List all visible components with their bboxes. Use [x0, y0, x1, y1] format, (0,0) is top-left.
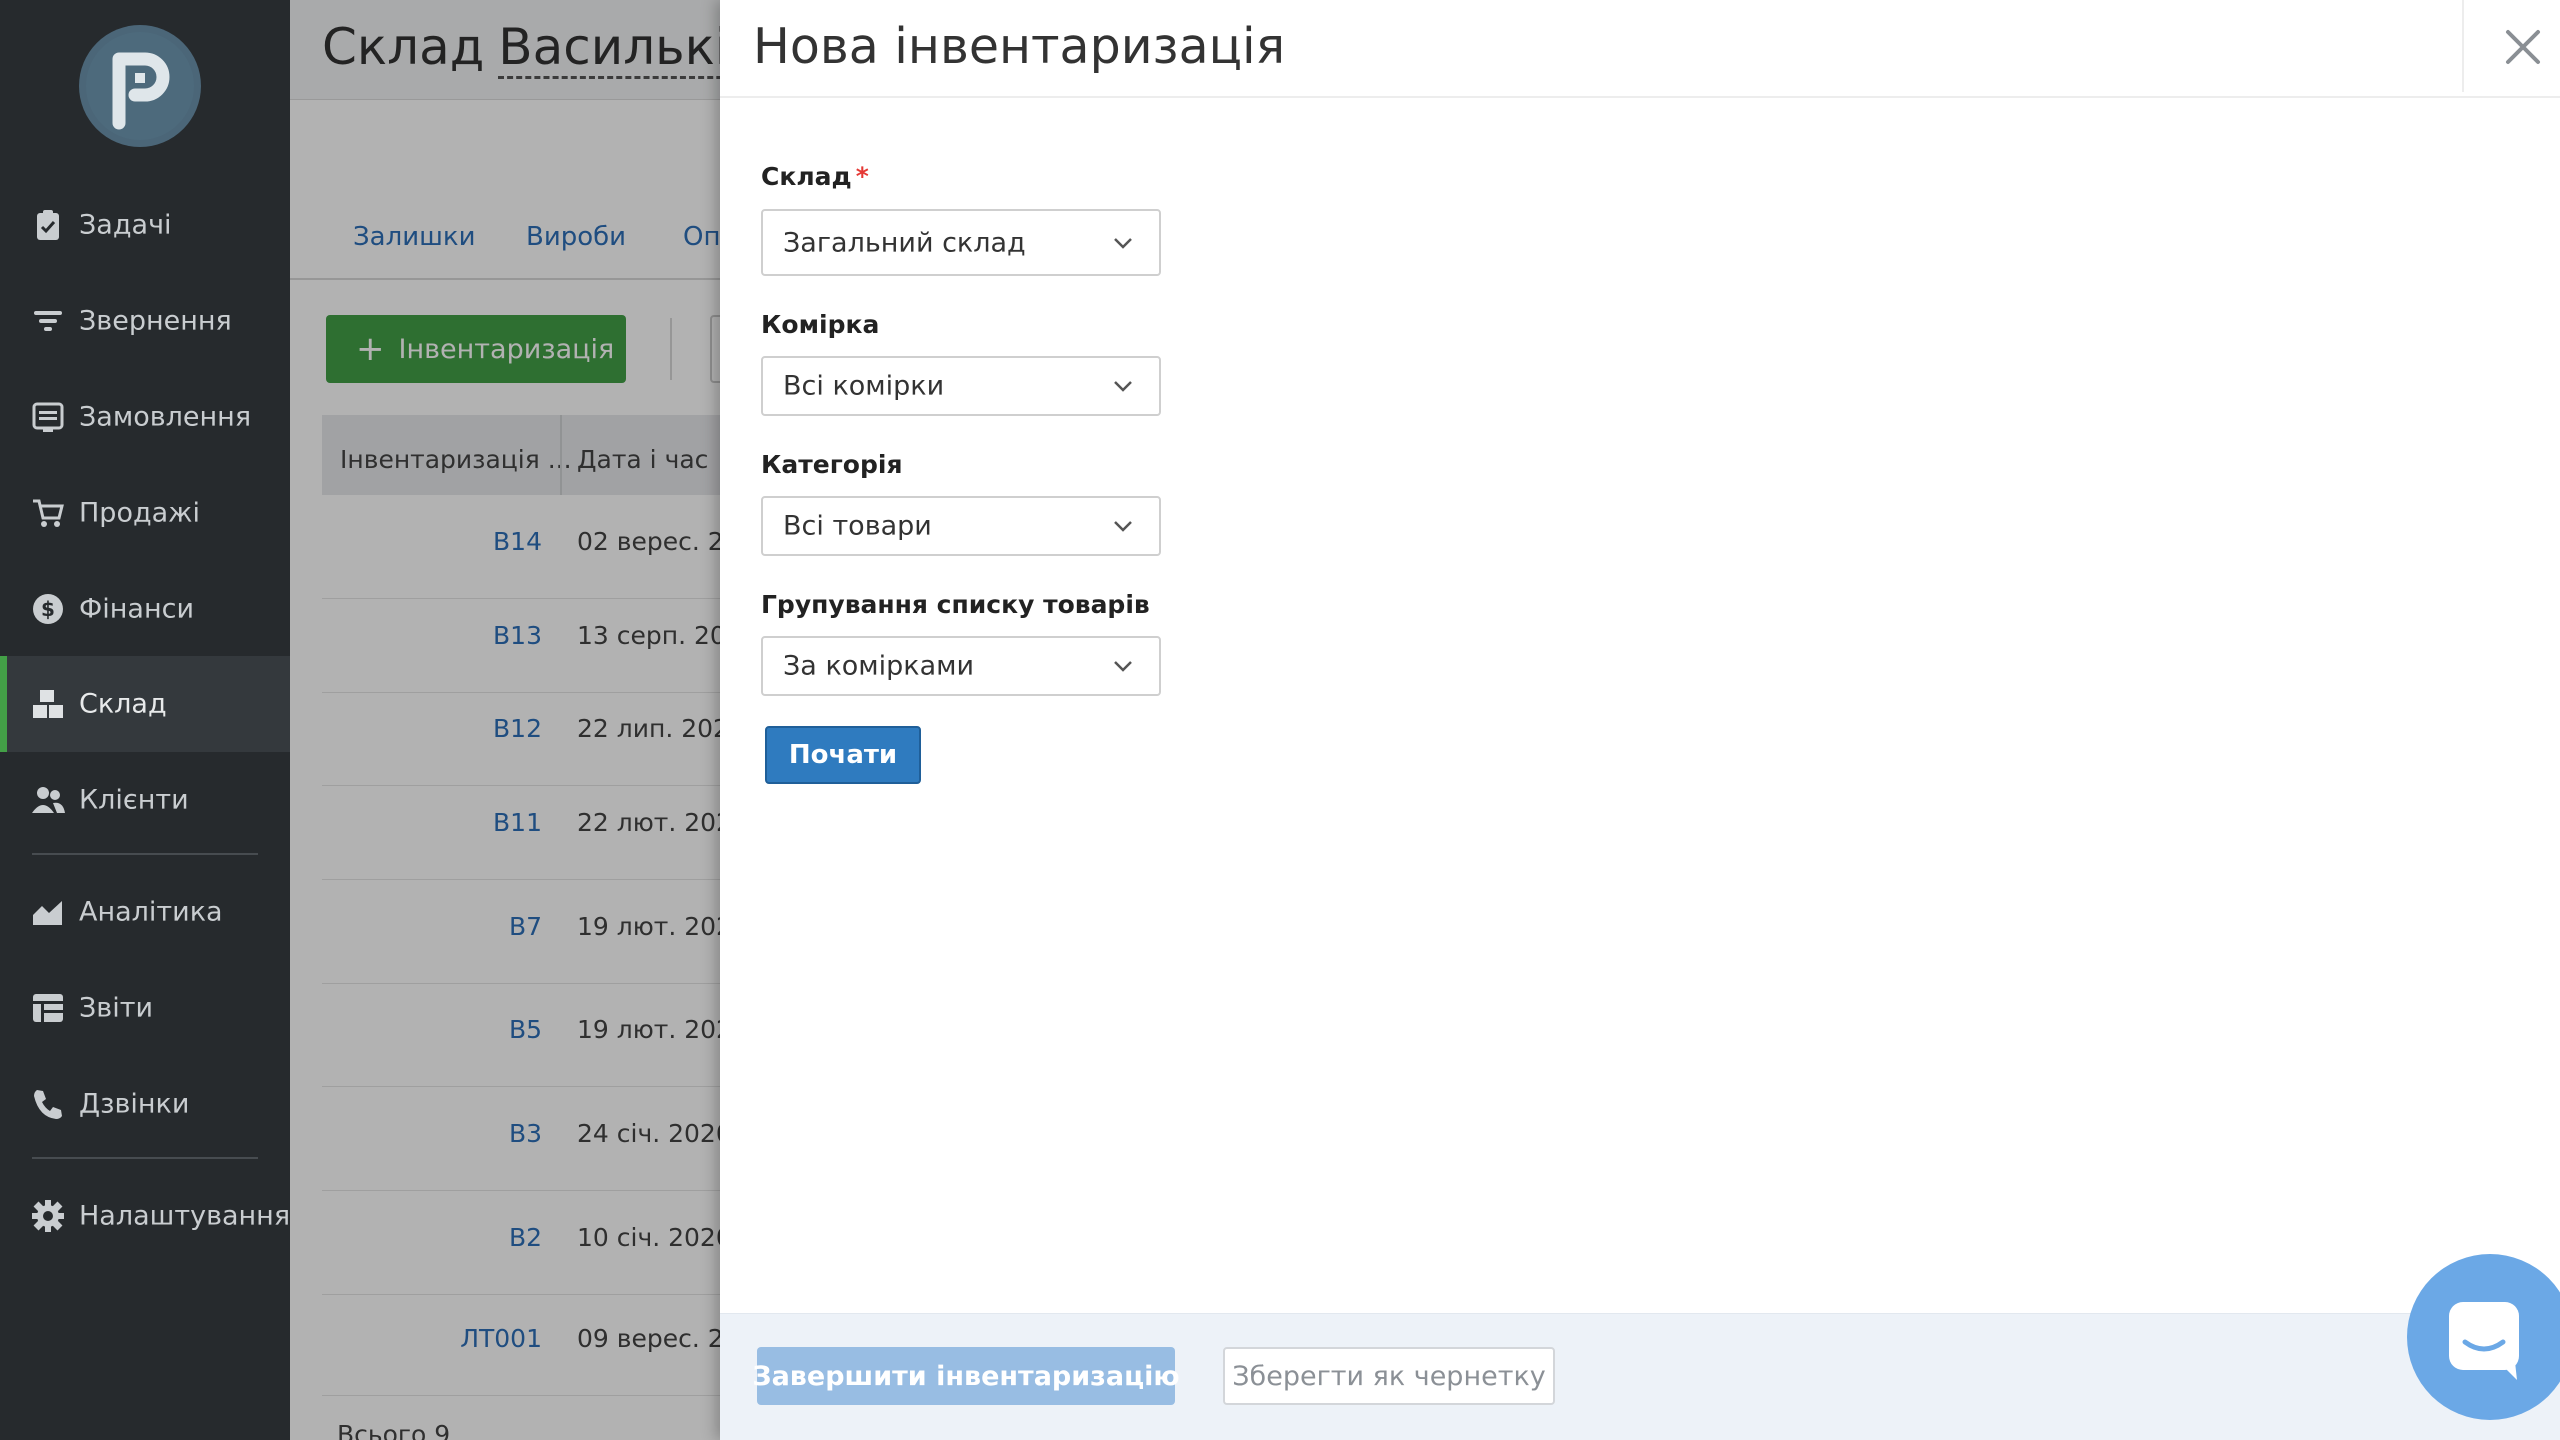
sidebar-divider: [32, 853, 258, 855]
sidebar-item-warehouse[interactable]: Склад: [0, 656, 290, 752]
close-button[interactable]: [2496, 20, 2550, 74]
sidebar-item-label: Звернення: [79, 305, 232, 337]
warehouse-select-value: Загальний склад: [783, 227, 1026, 258]
sidebar-item-requests[interactable]: Звернення: [0, 273, 290, 369]
chevron-down-icon: [1114, 381, 1132, 392]
sidebar-item-label: Задачі: [79, 209, 172, 241]
sidebar-item-finance[interactable]: $ Фінанси: [0, 561, 290, 657]
sidebar-divider: [32, 1157, 258, 1159]
start-button[interactable]: Почати: [765, 726, 921, 784]
sidebar-item-label: Звіти: [79, 992, 153, 1024]
sidebar-item-analytics[interactable]: Аналітика: [0, 864, 290, 960]
sidebar-item-label: Налаштування: [79, 1200, 291, 1232]
clipboard-check-icon: [37, 210, 59, 240]
boxes-icon: [33, 690, 63, 718]
finish-inventory-button[interactable]: Завершити інвентаризацію: [752, 1347, 1180, 1405]
cell-select[interactable]: Всі комірки: [761, 356, 1161, 416]
chevron-down-icon: [1114, 521, 1132, 532]
sidebar-item-settings[interactable]: Налаштування: [0, 1168, 290, 1264]
cell-label: Комірка: [761, 310, 880, 339]
sidebar-item-clients[interactable]: Клієнти: [0, 752, 290, 848]
sidebar-item-calls[interactable]: Дзвінки: [0, 1056, 290, 1152]
close-x-icon: [2506, 30, 2540, 64]
grouping-label: Групування списку товарів: [761, 590, 1150, 619]
grouping-select[interactable]: За комірками: [761, 636, 1161, 696]
drawer-header: Нова інвентаризація: [720, 0, 2560, 98]
sidebar-item-reports[interactable]: Звіти: [0, 960, 290, 1056]
chat-launcher-button[interactable]: [2407, 1254, 2560, 1420]
phone-icon: [34, 1090, 62, 1119]
chevron-down-icon: [1114, 661, 1132, 672]
save-draft-button[interactable]: Зберегти як чернетку: [1223, 1347, 1555, 1405]
new-inventory-drawer: Нова інвентаризація Склад * Загальний скл…: [720, 0, 2560, 1440]
sidebar-item-tasks[interactable]: Задачі: [0, 177, 290, 273]
sidebar-item-label: Замовлення: [79, 401, 252, 433]
sidebar-item-sales[interactable]: Продажі: [0, 465, 290, 561]
category-select[interactable]: Всі товари: [761, 496, 1161, 556]
table-icon: [33, 994, 63, 1022]
sidebar-item-label: Склад: [79, 688, 167, 720]
dollar-circle-icon: $: [33, 594, 63, 624]
area-chart-icon: [33, 901, 62, 925]
category-select-value: Всі товари: [783, 510, 932, 542]
order-list-icon: [32, 402, 64, 432]
sidebar-item-label: Фінанси: [79, 593, 194, 625]
sidebar-item-label: Продажі: [79, 497, 200, 529]
sidebar: Задачі Звернення Замовлення Продажі $ Фі…: [0, 0, 290, 1440]
warehouse-label: Склад *: [761, 162, 869, 191]
shopping-cart-icon: [33, 499, 64, 527]
sidebar-item-orders[interactable]: Замовлення: [0, 369, 290, 465]
svg-text:$: $: [41, 597, 55, 621]
gear-icon: [32, 1200, 64, 1232]
grouping-select-value: За комірками: [783, 650, 975, 682]
drawer-footer: Завершити інвентаризацію Зберегти як чер…: [720, 1313, 2560, 1440]
header-divider: [2462, 0, 2464, 92]
chat-bubble-icon: [2449, 1302, 2519, 1380]
required-mark: *: [855, 162, 869, 191]
category-label: Категорія: [761, 450, 903, 479]
chevron-down-icon: [1114, 237, 1132, 249]
sidebar-item-label: Клієнти: [79, 784, 189, 816]
parking-p-logo-icon[interactable]: [79, 25, 201, 147]
drawer-title: Нова інвентаризація: [753, 18, 1286, 75]
sidebar-item-label: Аналітика: [79, 896, 223, 928]
sidebar-item-label: Дзвінки: [79, 1088, 190, 1120]
users-icon: [32, 787, 65, 813]
warehouse-select[interactable]: Загальний склад: [761, 209, 1161, 276]
filter-lines-icon: [34, 311, 62, 331]
cell-select-value: Всі комірки: [783, 370, 945, 402]
